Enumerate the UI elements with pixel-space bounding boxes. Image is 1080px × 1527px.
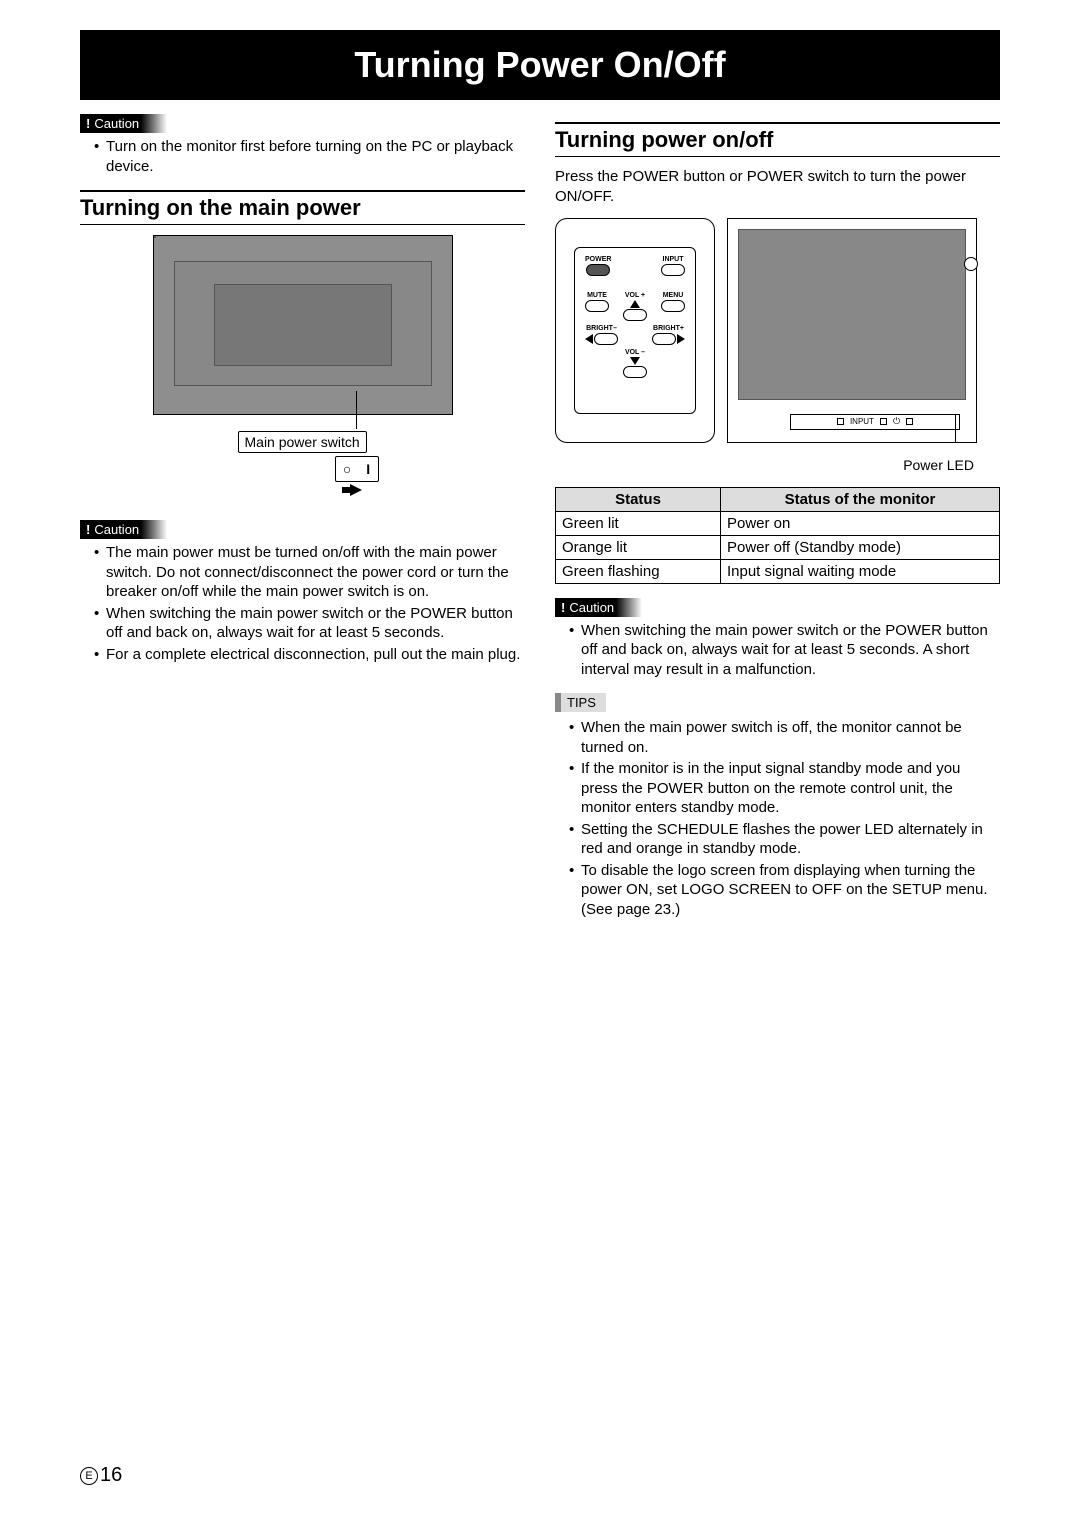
remote-label-volp: VOL + [623,292,647,299]
section-heading: Turning on the main power [80,190,525,225]
power-led-label: Power LED [555,457,974,473]
menu-button-icon [661,300,685,312]
remote-label-mute: MUTE [585,292,609,299]
power-switch-icon [964,257,978,271]
remote-label-power: POWER [585,256,611,263]
input-button-icon [661,264,685,276]
down-arrow-icon [630,357,640,365]
monitor-back-panel [153,235,453,415]
remote-label-volm: VOL – [623,349,647,356]
power-led-icon [906,418,913,425]
list-item: To disable the logo screen from displayi… [569,861,1000,920]
left-arrow-icon [585,334,593,344]
remote-label-menu: MENU [661,292,685,299]
table-row: Green lit Power on [556,511,1000,535]
status-table: Status Status of the monitor Green lit P… [555,487,1000,584]
caution-tag: Caution [555,598,642,617]
table-row: Orange lit Power off (Standby mode) [556,535,1000,559]
right-column: Turning power on/off Press the POWER but… [555,114,1000,933]
section-heading: Turning power on/off [555,122,1000,157]
figure-monitor-back: Main power switch ○I [153,235,453,496]
tips-list: When the main power switch is off, the m… [555,718,1000,919]
caution-tag: Caution [80,520,167,539]
remote-label-input: INPUT [661,256,685,263]
remote-label-brightp: BRIGHT+ [652,325,685,332]
page-title: Turning Power On/Off [80,30,1000,100]
power-button-icon [586,264,610,276]
monitor-bar-input: INPUT [850,417,874,426]
list-item: When switching the main power switch or … [569,621,1000,680]
led-icon [880,418,887,425]
list-item: Setting the SCHEDULE flashes the power L… [569,820,1000,859]
main-power-switch-icon: ○I [335,456,379,482]
power-icon [893,416,900,427]
figure-remote-and-monitor: POWER INPUT MUTE VOL + MENU BRIGHT– BRIG… [555,218,1000,443]
main-power-switch-label: Main power switch [238,431,367,453]
list-item: The main power must be turned on/off wit… [94,543,525,602]
remote-control: POWER INPUT MUTE VOL + MENU BRIGHT– BRIG… [555,218,715,443]
caution-tag: Caution [80,114,167,133]
right-arrow-icon [677,334,685,344]
intro-text: Press the POWER button or POWER switch t… [555,167,1000,208]
page-number: E16 [80,1464,122,1487]
mute-button-icon [585,300,609,312]
remote-label-brightm: BRIGHT– [585,325,618,332]
caution-list: Turn on the monitor first before turning… [80,137,525,176]
arrow-icon [350,484,362,496]
list-item: Turn on the monitor first before turning… [94,137,525,176]
monitor-front: INPUT [727,218,977,443]
table-header: Status [556,487,721,511]
up-arrow-icon [630,300,640,308]
led-icon [837,418,844,425]
table-row: Green flashing Input signal waiting mode [556,559,1000,583]
table-header: Status of the monitor [720,487,999,511]
list-item: For a complete electrical disconnection,… [94,645,525,665]
left-column: Caution Turn on the monitor first before… [80,114,525,933]
list-item: If the monitor is in the input signal st… [569,759,1000,818]
list-item: When switching the main power switch or … [94,604,525,643]
list-item: When the main power switch is off, the m… [569,718,1000,757]
caution-list: When switching the main power switch or … [555,621,1000,680]
caution-list: The main power must be turned on/off wit… [80,543,525,664]
tips-tag: TIPS [555,693,606,712]
